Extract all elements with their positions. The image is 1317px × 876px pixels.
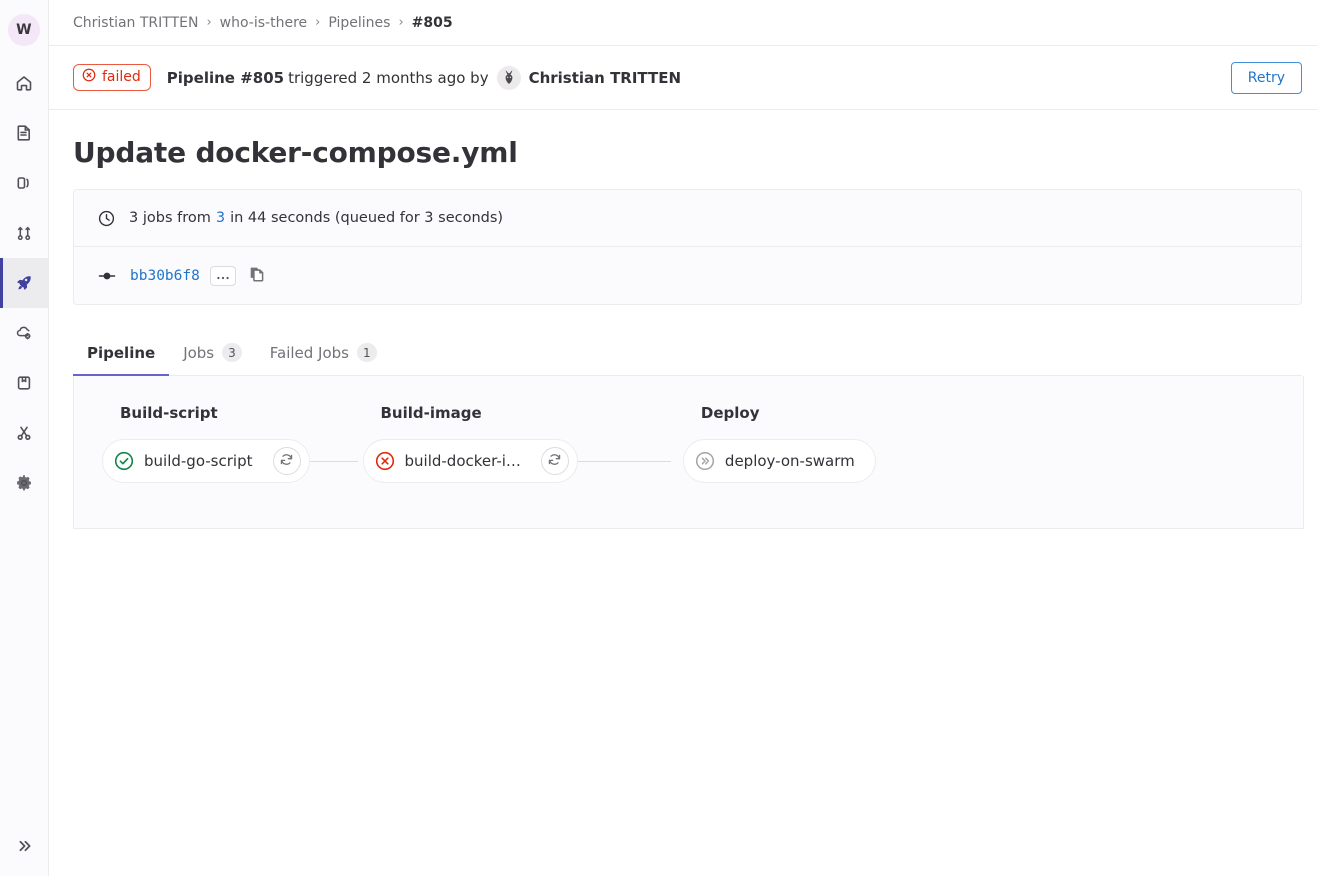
breadcrumb-separator: › (315, 15, 321, 30)
pipeline-stages: Build-script build-go-script Build-image… (74, 376, 1303, 483)
main-content: Christian TRITTEN › who-is-there › Pipel… (49, 0, 1317, 876)
tab-failed-jobs-badge: 1 (357, 343, 377, 362)
breadcrumb: Christian TRITTEN › who-is-there › Pipel… (49, 0, 1317, 46)
duration-suffix: in 44 seconds (queued for 3 seconds) (230, 210, 504, 226)
pipeline-info-card: 3 jobs from 3 in 44 seconds (queued for … (73, 189, 1302, 305)
chevron-double-right-icon (14, 836, 34, 860)
pipeline-trigger-info: Pipeline #805 triggered 2 months ago by … (166, 65, 682, 90)
stage-body: deploy-on-swarm (682, 439, 876, 483)
tab-pipeline[interactable]: Pipeline (73, 336, 170, 376)
pipeline-graph: Build-script build-go-script Build-image… (73, 376, 1304, 529)
pipeline-stage: Deploy deploy-on-swarm (682, 404, 876, 483)
cloud-gear-icon (14, 323, 34, 343)
scissors-icon (14, 423, 34, 443)
duration-prefix: 3 jobs from (129, 210, 211, 226)
avatar[interactable]: W (8, 14, 40, 46)
pipeline-stage: Build-script build-go-script (102, 404, 358, 483)
job-retry-button[interactable] (540, 447, 569, 475)
job-name: build-go-script (144, 452, 253, 470)
refresh-icon (279, 452, 294, 470)
tab-pipeline-label: Pipeline (87, 344, 156, 362)
sidebar-expand-button[interactable] (0, 820, 48, 876)
job-node[interactable]: build-docker-i… (362, 439, 578, 483)
job-name: deploy-on-swarm (724, 452, 855, 470)
pipeline-commit-row: bb30b6f8 (74, 247, 1301, 304)
tab-failed-jobs-label: Failed Jobs (269, 343, 349, 362)
pipeline-triggered-text: triggered 2 months ago by (288, 68, 489, 87)
home-icon (14, 73, 34, 93)
status-badge: failed (73, 63, 151, 92)
stage-title: Build-image (380, 404, 482, 422)
pipeline-status-bar: failed Pipeline #805 triggered 2 months … (49, 46, 1317, 110)
status-failed-icon (82, 68, 96, 87)
sidebar-item-packages[interactable] (0, 358, 48, 408)
stage-body: build-docker-i… (362, 439, 671, 483)
stage-title: Deploy (700, 404, 760, 422)
triggered-by-user: Christian TRITTEN (528, 68, 682, 87)
merge-request-icon (14, 223, 34, 243)
tab-jobs[interactable]: Jobs 3 (169, 335, 256, 376)
issues-icon (14, 173, 34, 193)
copy-sha-button[interactable] (248, 265, 266, 286)
sidebar-nav (0, 58, 48, 508)
breadcrumb-item-group[interactable]: Christian TRITTEN (73, 15, 198, 31)
sidebar-item-issues[interactable] (0, 158, 48, 208)
sidebar-item-deployments[interactable] (0, 308, 48, 358)
stage-connector (570, 461, 671, 462)
pipeline-stage: Build-image build-docker-i… (362, 404, 671, 483)
sidebar-item-issues-board[interactable] (0, 108, 48, 158)
stage-title: Build-script (120, 404, 218, 422)
tab-jobs-label: Jobs (183, 343, 215, 362)
stage-body: build-go-script (102, 439, 358, 483)
breadcrumb-separator: › (206, 15, 212, 30)
breadcrumb-item-project[interactable]: who-is-there (220, 15, 307, 31)
job-node[interactable]: build-go-script (102, 439, 310, 483)
breadcrumb-current: #805 (411, 14, 453, 31)
pipeline-duration-row: 3 jobs from 3 in 44 seconds (queued for … (74, 190, 1301, 247)
pipeline-number-label: Pipeline #805 (166, 68, 285, 87)
ellipsis-icon (216, 268, 230, 283)
retry-button[interactable]: Retry (1230, 61, 1302, 94)
avatar-image (496, 65, 521, 90)
status-success-icon (113, 450, 135, 472)
refresh-icon (547, 452, 562, 470)
copy-icon (248, 265, 266, 286)
breadcrumb-item-pipelines[interactable]: Pipelines (328, 15, 390, 31)
job-retry-button[interactable] (272, 447, 301, 475)
tab-jobs-badge: 3 (222, 343, 242, 362)
page-title: Update docker-compose.yml (73, 136, 518, 169)
sidebar-item-merge-requests[interactable] (0, 208, 48, 258)
branch-link[interactable]: 3 (216, 210, 225, 226)
status-skipped-icon (694, 450, 716, 472)
sidebar-item-snippets[interactable] (0, 408, 48, 458)
status-badge-label: failed (102, 68, 141, 85)
sidebar-item-home[interactable] (0, 58, 48, 108)
clock-icon (98, 210, 115, 227)
sidebar: W (0, 0, 49, 876)
status-failed-icon (374, 450, 396, 472)
breadcrumb-separator: › (398, 15, 404, 30)
job-node[interactable]: deploy-on-swarm (682, 439, 876, 483)
content-area: Update docker-compose.yml 3 jobs from 3 … (49, 136, 1317, 529)
commit-expand-button[interactable] (209, 265, 236, 286)
document-icon (14, 123, 34, 143)
app-root: W Christian TRITTEN › who-is-there › Pip… (0, 0, 1317, 876)
gear-icon (14, 473, 34, 493)
commit-sha-link[interactable]: bb30b6f8 (130, 268, 200, 284)
tab-failed-jobs[interactable]: Failed Jobs 1 (256, 335, 391, 376)
package-icon (14, 373, 34, 393)
rocket-icon (14, 273, 34, 293)
sidebar-item-ci-cd[interactable] (0, 258, 48, 308)
pipeline-tabs: Pipeline Jobs 3 Failed Jobs 1 (73, 335, 1302, 376)
commit-icon (98, 268, 116, 284)
sidebar-item-settings[interactable] (0, 458, 48, 508)
user-avatar[interactable] (496, 65, 521, 90)
job-name: build-docker-i… (404, 452, 521, 470)
stage-connector (310, 461, 358, 462)
